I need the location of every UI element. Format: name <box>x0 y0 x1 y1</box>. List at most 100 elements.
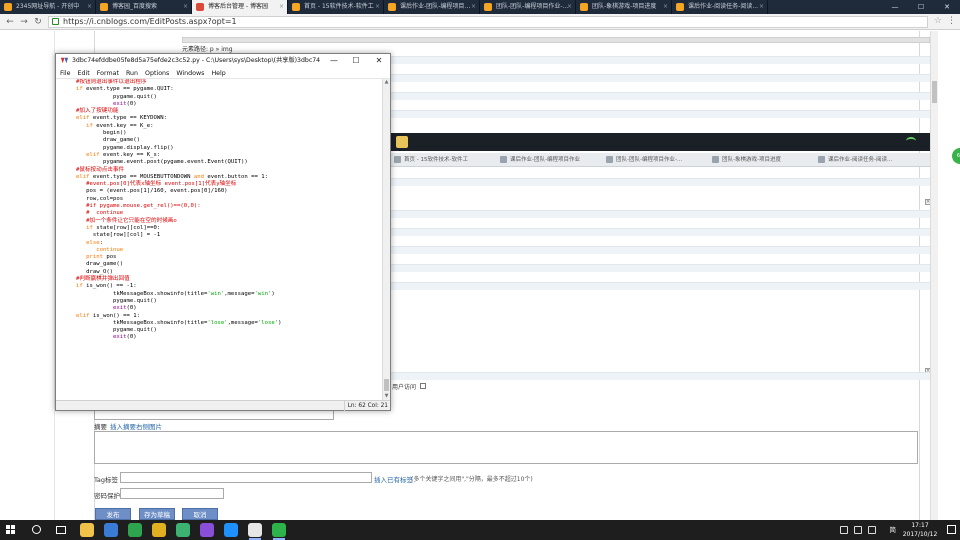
windows-taskbar: 简体 17:17 2017/10/12 <box>0 520 960 540</box>
embedded-tab: 首页 - 15软件技术-软件工 <box>390 153 496 167</box>
password-label: 密码保护 <box>94 492 120 500</box>
idle-menu-item[interactable]: File <box>56 68 74 78</box>
browser-tab[interactable]: 首页 - 15软件技术-软件工 × <box>288 0 384 14</box>
code-line: pygame.display.flip() <box>76 145 382 152</box>
editor-horizontal-scrollbar[interactable] <box>182 37 930 43</box>
code-token: exit <box>113 100 127 107</box>
browser-tab-label: 2345网址导航 - 开创中 <box>16 3 80 10</box>
360-taskbar-icon[interactable] <box>272 523 286 540</box>
left-gutter <box>0 31 55 520</box>
tab-close-icon[interactable]: × <box>375 0 380 14</box>
code-token: 'win' <box>207 290 225 297</box>
cortana-search-icon[interactable] <box>32 525 41 534</box>
cancel-button[interactable]: 取消 <box>182 508 218 520</box>
page-scroll-thumb[interactable] <box>932 81 937 103</box>
bookmark-star-icon[interactable]: ☆ <box>934 16 942 26</box>
idle-menu-item[interactable]: Help <box>207 68 228 78</box>
wechat-taskbar-icon[interactable] <box>176 523 190 537</box>
idle-close-button[interactable]: ✕ <box>368 54 390 68</box>
reload-icon[interactable]: ↻ <box>32 16 44 28</box>
volume-tray-icon[interactable] <box>854 526 862 534</box>
idle-menu-item[interactable]: Options <box>141 68 172 78</box>
embedded-tab-label: 团队-团队-编程项目作业-... <box>616 157 683 163</box>
browser-tab-label: 博客后台管理 - 博客园 <box>208 3 268 10</box>
page-vertical-scrollbar[interactable] <box>930 31 938 520</box>
browser-minimize-button[interactable]: — <box>882 0 908 14</box>
forward-arrow-icon[interactable]: → <box>18 16 30 28</box>
tab-close-icon[interactable]: × <box>471 0 476 14</box>
browser-menu-icon[interactable]: ⋮ <box>947 16 956 26</box>
tab-close-icon[interactable]: × <box>663 0 668 14</box>
scroll-down-arrow-icon[interactable]: ▼ <box>383 393 390 400</box>
idle-code-area[interactable]: #按钮则退出事件以退出程序 if event.type == pygame.QUI… <box>56 79 382 400</box>
browser-green-taskbar-icon[interactable] <box>128 523 142 537</box>
lock-icon <box>52 18 59 25</box>
tab-close-icon[interactable]: × <box>567 0 572 14</box>
insert-summary-image-link[interactable]: 插入摘要右侧图片 <box>110 421 162 431</box>
idle-menu-item[interactable]: Windows <box>172 68 207 78</box>
publish-button[interactable]: 发布 <box>95 508 131 520</box>
code-token: if <box>86 122 93 129</box>
summary-label: 摘要 <box>94 423 107 431</box>
clock-time[interactable]: 17:17 <box>900 521 940 530</box>
password-input[interactable] <box>120 488 224 499</box>
tag-input[interactable] <box>120 472 372 483</box>
idle-menu-item[interactable]: Run <box>122 68 141 78</box>
browser-close-button[interactable]: ✕ <box>934 0 960 14</box>
embedded-tab-label: 课后作业-阅读任务-阅读... <box>828 157 893 163</box>
browser-maximize-button[interactable]: ☐ <box>908 0 934 14</box>
action-center-icon[interactable] <box>947 525 956 534</box>
code-line: pygame.quit() <box>76 327 382 334</box>
task-view-icon[interactable] <box>56 526 66 534</box>
network-tray-icon[interactable] <box>868 526 876 534</box>
code-line: draw_game() <box>76 261 382 268</box>
summary-textarea[interactable] <box>94 431 918 464</box>
save-draft-button[interactable]: 存为草稿 <box>139 508 175 520</box>
code-line: print pos <box>76 254 382 261</box>
code-token: pygame.display.flip() <box>102 144 174 151</box>
idle-vertical-scrollbar[interactable]: ▲ ▼ <box>382 79 390 400</box>
chrome-taskbar-icon[interactable] <box>152 523 166 537</box>
qq-browser-taskbar-icon[interactable] <box>224 523 238 537</box>
code-line: pos = (event.pos[1]/160, event.pos[0]/16… <box>76 188 382 195</box>
browser-window-controls: — ☐ ✕ <box>882 0 960 14</box>
idle-maximize-button[interactable]: ☐ <box>345 54 367 68</box>
tab-close-icon[interactable]: × <box>183 0 188 14</box>
code-token: pygame.quit() <box>113 327 157 334</box>
code-token: ,message= <box>227 319 258 326</box>
browser-tab[interactable]: 课后作业-阅读任务-阅读... × <box>672 0 768 14</box>
code-token: elif <box>76 115 90 122</box>
tab-close-icon[interactable]: × <box>279 0 284 14</box>
code-line: continue <box>76 247 382 254</box>
url-input[interactable]: https://i.cnblogs.com/EditPosts.aspx?opt… <box>48 16 928 28</box>
explorer-taskbar-icon[interactable] <box>80 523 94 537</box>
gem-taskbar-icon[interactable] <box>200 523 214 537</box>
idle-menu-item[interactable]: Edit <box>74 68 93 78</box>
visit-option-checkbox[interactable] <box>420 383 426 389</box>
code-token: row,col=pos <box>86 195 124 202</box>
tag-hint: (多个关键字之间用","分隔，最多不超过10个) <box>411 476 533 483</box>
clock-date[interactable]: 2017/10/12 <box>900 530 940 539</box>
windows-start-icon[interactable] <box>6 525 16 535</box>
idle-title-bar[interactable]: 3dbc74efddbe05fe8d5a75efde2c3c52.py - C:… <box>56 54 390 68</box>
browser-tab[interactable]: 2345网址导航 - 开创中 × <box>0 0 96 14</box>
browser-tab[interactable]: 博客园_百度搜索 × <box>96 0 192 14</box>
idle-menu-item[interactable]: Format <box>93 68 122 78</box>
tab-close-icon[interactable]: × <box>87 0 92 14</box>
tab-favicon-icon <box>4 3 12 11</box>
idle-minimize-button[interactable]: — <box>323 54 345 68</box>
ime-indicator[interactable]: 简体 <box>890 520 897 540</box>
browser-tab[interactable]: 博客后台管理 - 博客园 × <box>192 0 288 14</box>
idle-taskbar-icon[interactable] <box>248 523 262 540</box>
idle-scroll-thumb[interactable] <box>384 379 389 391</box>
wifi-tray-icon[interactable] <box>840 526 848 534</box>
code-line: row,col=pos <box>76 196 382 203</box>
browser-blue-taskbar-icon[interactable] <box>104 523 118 537</box>
scroll-up-arrow-icon[interactable]: ▲ <box>383 79 390 86</box>
browser-tab[interactable]: 课后作业-团队-编程项目作业 × <box>384 0 480 14</box>
browser-tab[interactable]: 团队-象棋游戏-项目进度 × <box>576 0 672 14</box>
back-arrow-icon[interactable]: ← <box>4 16 16 28</box>
insert-existing-tag-link[interactable]: 插入已有标签 <box>374 474 413 484</box>
tab-close-icon[interactable]: × <box>759 0 764 14</box>
browser-tab[interactable]: 团队-团队-编程项目作业-... × <box>480 0 576 14</box>
